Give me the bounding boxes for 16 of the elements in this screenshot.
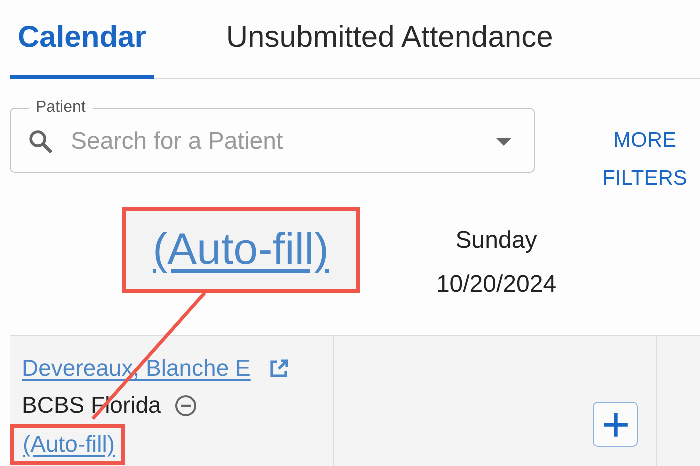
day-name: Sunday (456, 227, 538, 255)
field-label: Patient (35, 98, 87, 118)
add-button[interactable] (593, 402, 638, 447)
external-link-icon[interactable] (268, 358, 289, 378)
auto-fill-link[interactable]: (Auto-fill) (23, 431, 116, 457)
tab[interactable]: Unsubmitted Attendance (218, 0, 562, 79)
tab[interactable]: Calendar (10, 0, 154, 79)
plus-icon (602, 412, 628, 438)
patient-link[interactable]: Devereaux, Blanche E (22, 355, 251, 382)
search-icon (27, 128, 55, 156)
dropdown-caret-icon (496, 138, 512, 146)
more-filters-button[interactable]: MORE FILTERS (595, 122, 695, 198)
patient-search-field[interactable]: Patient Search for a Patient (10, 98, 535, 173)
remove-icon[interactable] (175, 394, 198, 416)
day-date: 10/20/2024 (436, 271, 557, 299)
search-input[interactable]: Search for a Patient (69, 127, 496, 157)
